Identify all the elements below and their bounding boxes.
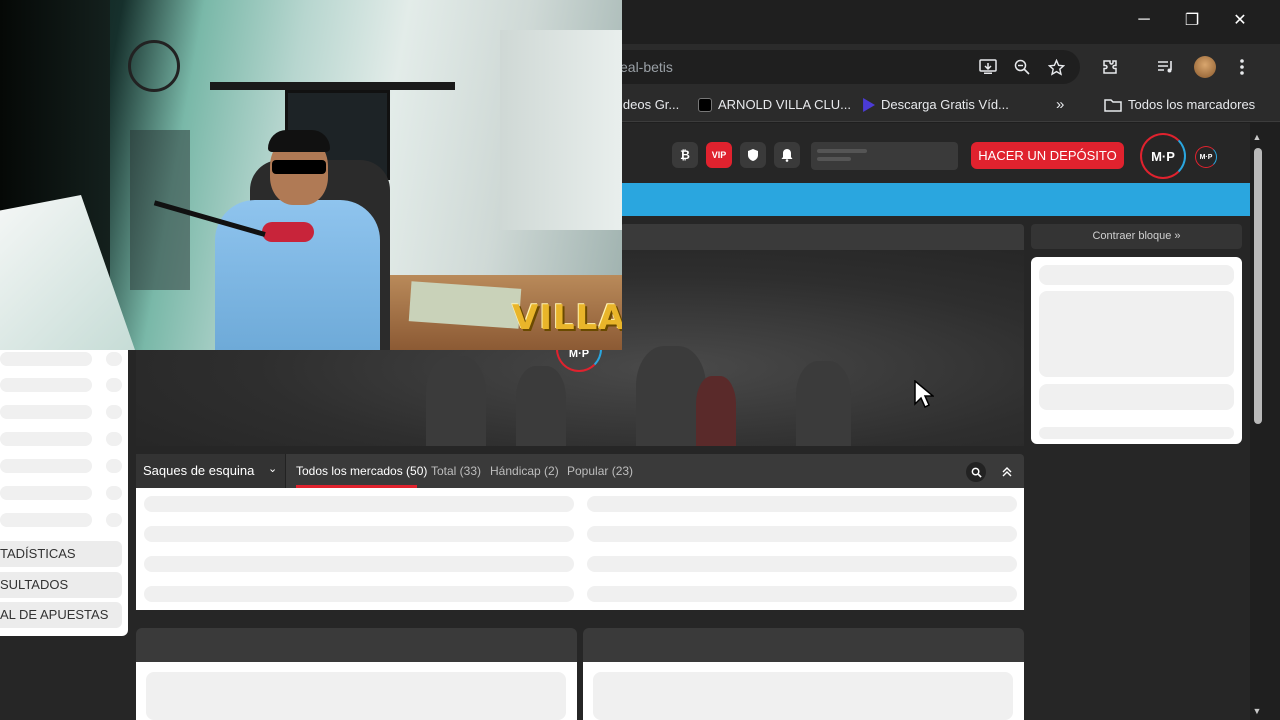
minimize-button[interactable]: ─: [1120, 0, 1168, 40]
wall: [500, 30, 622, 230]
market-card: [136, 662, 577, 720]
loading-placeholder: [106, 459, 122, 473]
loading-placeholder: [106, 513, 122, 527]
scroll-up-icon[interactable]: ▲: [1251, 132, 1263, 142]
loading-placeholder: [0, 432, 92, 446]
loading-placeholder: [0, 352, 92, 366]
folder-icon: [1104, 99, 1122, 112]
tab-handicap[interactable]: Hándicap (2): [490, 463, 559, 479]
bell-icon: [781, 149, 793, 162]
markets-list: [136, 488, 1024, 610]
loading-placeholder: [144, 526, 574, 542]
loading-placeholder: [0, 486, 92, 500]
deposit-button[interactable]: HACER UN DEPÓSITO: [971, 142, 1124, 169]
restore-button[interactable]: ❐: [1168, 0, 1216, 40]
shield-icon: [748, 149, 758, 161]
vip-button[interactable]: VIP: [706, 142, 732, 168]
loading-placeholder: [106, 432, 122, 446]
menu-item-bet-history[interactable]: AL DE APUESTAS: [0, 602, 122, 628]
player-silhouette: [696, 376, 736, 446]
extensions-icon[interactable]: [1099, 56, 1121, 78]
tab-total[interactable]: Total (33): [431, 463, 481, 479]
loading-placeholder: [106, 486, 122, 500]
loading-placeholder: [587, 556, 1017, 572]
loading-placeholder: [144, 586, 574, 602]
player-silhouette: [426, 356, 486, 446]
bookmark-favicon-icon: [698, 98, 712, 112]
loading-placeholder: [106, 352, 122, 366]
notification-button[interactable]: [774, 142, 800, 168]
wall-shelf: [210, 82, 455, 90]
loading-placeholder: [144, 556, 574, 572]
bookmark-item[interactable]: ARNOLD VILLA CLU...: [698, 97, 851, 113]
tab-popular[interactable]: Popular (23): [567, 463, 633, 479]
url-text: eal-betis: [620, 59, 673, 75]
loading-placeholder: [0, 513, 92, 527]
info-banner: [620, 183, 1250, 216]
user-account-logo[interactable]: M·P: [1195, 146, 1217, 168]
loading-placeholder: [1039, 427, 1234, 439]
event-header: [620, 224, 1024, 250]
close-button[interactable]: ✕: [1216, 0, 1264, 40]
player-silhouette: [516, 366, 566, 446]
loading-placeholder: [106, 405, 122, 419]
market-card-header: [136, 628, 577, 662]
scrollbar-thumb[interactable]: [1254, 148, 1262, 424]
market-card: [583, 662, 1024, 720]
site-logo[interactable]: M·P: [1140, 133, 1186, 179]
microphone: [262, 222, 314, 242]
loading-placeholder: [587, 526, 1017, 542]
person-hair: [268, 130, 330, 152]
all-bookmarks-button[interactable]: Todos los marcadores: [1104, 97, 1255, 113]
menu-icon[interactable]: [1231, 56, 1253, 78]
webcam-overlay: VILLA: [0, 0, 622, 350]
betslip-panel: [1031, 257, 1242, 444]
loading-placeholder: [0, 378, 92, 392]
loading-placeholder: [1039, 265, 1234, 285]
loading-placeholder: [1039, 384, 1234, 410]
banknote: [408, 281, 522, 329]
loading-placeholder: [587, 586, 1017, 602]
loading-placeholder: [0, 405, 92, 419]
collapse-block-button[interactable]: Contraer bloque »: [1031, 224, 1242, 249]
bookmark-item[interactable]: ideos Gr...: [620, 97, 679, 113]
loading-placeholder: [593, 672, 1013, 720]
search-icon[interactable]: [966, 462, 986, 482]
loading-placeholder: [106, 378, 122, 392]
left-sidebar: TADÍSTICAS SULTADOS AL DE APUESTAS: [0, 350, 128, 636]
market-category-select[interactable]: Saques de esquina: [136, 454, 286, 488]
chevron-down-icon: ⌄: [268, 463, 278, 475]
market-card-header: [583, 628, 1024, 662]
zoom-icon[interactable]: [1011, 56, 1033, 78]
scroll-down-icon[interactable]: ▼: [1251, 706, 1263, 716]
media-icon[interactable]: [1155, 56, 1177, 78]
player-silhouette: [796, 361, 851, 446]
bookmark-item[interactable]: Descarga Gratis Víd...: [861, 97, 1009, 113]
loading-placeholder: [0, 459, 92, 473]
loading-placeholder: [146, 672, 566, 720]
shield-button[interactable]: [740, 142, 766, 168]
menu-item-results[interactable]: SULTADOS: [0, 572, 122, 598]
loading-placeholder: [144, 496, 574, 512]
star-icon[interactable]: [1045, 56, 1067, 78]
play-icon: [863, 98, 875, 112]
bookmarks-overflow-button[interactable]: »: [1056, 97, 1064, 113]
menu-item-statistics[interactable]: TADÍSTICAS: [0, 541, 122, 567]
tab-all-markets[interactable]: Todos los mercados (50): [296, 463, 427, 479]
avatar[interactable]: [1194, 56, 1216, 78]
mouse-cursor-icon: [914, 380, 934, 409]
sunglasses: [272, 160, 326, 174]
collapse-up-icon[interactable]: [997, 462, 1017, 482]
loading-placeholder: [1039, 291, 1234, 377]
pc-case: [0, 195, 135, 350]
loading-placeholder: [587, 496, 1017, 512]
balance-placeholder: [811, 142, 958, 170]
install-icon[interactable]: [977, 56, 999, 78]
villa-watermark: VILLA: [512, 298, 622, 338]
screen: ─ ❐ ✕ eal-betis ideos Gr... ARNOLD VILLA…: [0, 0, 1280, 720]
bitcoin-button[interactable]: ₿: [672, 142, 698, 168]
wall-fan: [128, 40, 180, 92]
